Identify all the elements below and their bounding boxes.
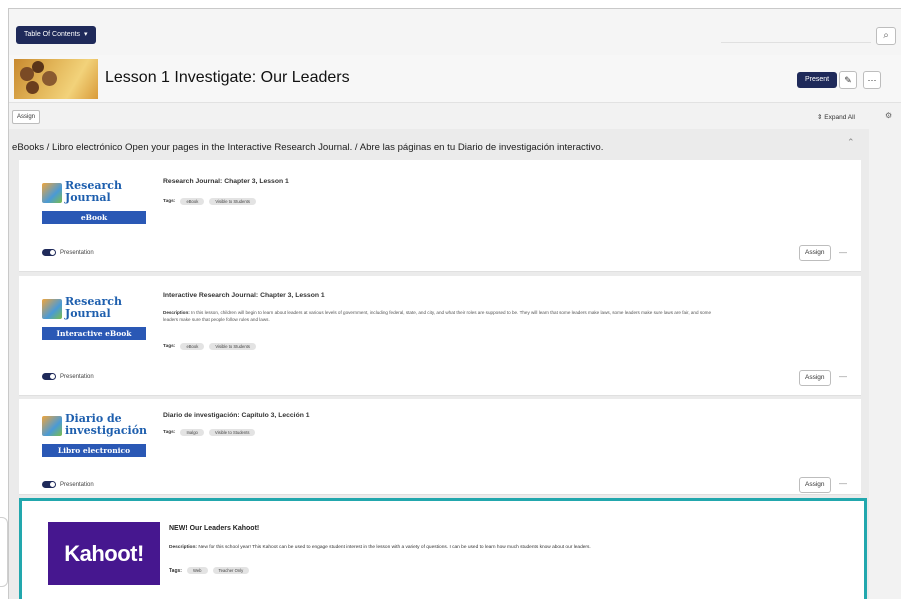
resource-card: Diario de investigación Libro electronico… (19, 399, 861, 495)
kids-logo-icon (42, 416, 62, 436)
cover-line2: Journal (65, 307, 111, 320)
tag: Inalgo (180, 429, 204, 436)
card-description: Description: In this lesson, children wi… (163, 309, 723, 323)
tags-label: Tags: (163, 430, 176, 435)
tag: Teacher Only (212, 567, 250, 574)
resource-card: Research Journal Interactive eBook Intera… (19, 276, 861, 396)
search-input[interactable] (721, 27, 871, 43)
card-title[interactable]: Research Journal: Chapter 3, Lesson 1 (163, 178, 289, 185)
toggle-label: Presentation (60, 481, 94, 488)
kids-logo-icon (42, 183, 62, 203)
card-title[interactable]: Diario de investigación: Capítulo 3, Lec… (163, 412, 310, 419)
cover-line2: Journal (65, 191, 111, 204)
tag: eBook (180, 343, 205, 350)
lesson-thumbnail (14, 59, 98, 99)
expand-all-label: Expand All (824, 114, 855, 121)
expand-all-link[interactable]: ⇕ Expand All (817, 113, 855, 121)
presentation-toggle-row: Presentation (42, 249, 94, 256)
side-panel-handle[interactable] (0, 517, 8, 587)
card-assign-button[interactable]: Assign (799, 477, 831, 493)
more-options-icon[interactable]: — (839, 372, 847, 381)
section-title[interactable]: eBooks / Libro electrónico Open your pag… (12, 142, 852, 153)
card-assign-button[interactable]: Assign (799, 370, 831, 386)
tags-label: Tags: (163, 344, 176, 349)
presentation-toggle-row: Presentation (42, 481, 94, 488)
card-assign-button[interactable]: Assign (799, 245, 831, 261)
tag: Visible to Students (209, 343, 256, 350)
presentation-toggle[interactable] (42, 249, 56, 256)
card-tags: Tags: eBook Visible to Students (163, 198, 256, 205)
cover-band: Interactive eBook (42, 327, 146, 340)
card-title[interactable]: NEW! Our Leaders Kahoot! (169, 525, 259, 532)
kahoot-logo[interactable]: Kahoot! (48, 522, 160, 585)
more-options-icon[interactable]: ⋯ (863, 71, 881, 89)
presentation-toggle[interactable] (42, 373, 56, 380)
tag: Web (186, 567, 208, 574)
research-journal-ebook-cover[interactable]: Research Journal eBook (42, 180, 146, 224)
toggle-label: Presentation (60, 249, 94, 256)
card-tags: Tags: Web Teacher Only (169, 567, 250, 574)
caret-down-icon: ▾ (84, 31, 88, 38)
tags-label: Tags: (169, 567, 182, 574)
page-title: Lesson 1 Investigate: Our Leaders (105, 69, 350, 86)
toc-label: Table Of Contents (24, 31, 81, 38)
top-bar: Table Of Contents ▾ ⌕ (9, 9, 901, 55)
cover-band: eBook (42, 211, 146, 224)
description-text: New for this school year! This Kahoot ca… (198, 545, 591, 550)
kids-logo-icon (42, 299, 62, 319)
tag: Visible to Students (208, 429, 256, 436)
toggle-label: Presentation (60, 373, 94, 380)
search-icon[interactable]: ⌕ (876, 27, 896, 45)
description-label: Description: (163, 310, 190, 315)
tag: eBook (180, 198, 205, 205)
present-button[interactable]: Present (797, 72, 838, 88)
assign-button[interactable]: Assign (12, 110, 41, 124)
card-tags: Tags: eBook Visible to Students (163, 343, 256, 350)
tag: Visible to Students (209, 198, 256, 205)
chevron-up-icon[interactable]: ⌃ (847, 137, 855, 148)
edit-icon[interactable]: ✎ (839, 71, 857, 89)
description-label: Description: (169, 545, 197, 550)
presentation-toggle[interactable] (42, 481, 56, 488)
tags-label: Tags: (163, 199, 176, 204)
lesson-header: Lesson 1 Investigate: Our Leaders Presen… (9, 55, 901, 103)
presentation-toggle-row: Presentation (42, 373, 94, 380)
resource-card: Research Journal eBook Research Journal: … (19, 160, 861, 272)
cover-line2: investigación (65, 424, 148, 437)
more-options-icon[interactable]: — (839, 248, 847, 257)
diario-de-investigacion-cover[interactable]: Diario de investigación Libro electronico (42, 413, 148, 457)
card-title[interactable]: Interactive Research Journal: Chapter 3,… (163, 292, 325, 299)
interactive-ebook-cover[interactable]: Research Journal Interactive eBook (42, 296, 146, 340)
app-window: Table Of Contents ▾ ⌕ Lesson 1 Investiga… (8, 8, 901, 599)
card-tags: Tags: Inalgo Visible to Students (163, 429, 256, 436)
table-of-contents-button[interactable]: Table Of Contents ▾ (16, 26, 96, 44)
kahoot-resource-card: Kahoot! NEW! Our Leaders Kahoot! Descrip… (19, 498, 867, 599)
cover-band: Libro electronico (42, 444, 146, 457)
description-text: In this lesson, children will begin to l… (163, 310, 712, 322)
settings-icon[interactable]: ⚙ (885, 111, 892, 120)
card-description: Description: New for this school year! T… (169, 544, 629, 551)
more-options-icon[interactable]: — (839, 479, 847, 488)
